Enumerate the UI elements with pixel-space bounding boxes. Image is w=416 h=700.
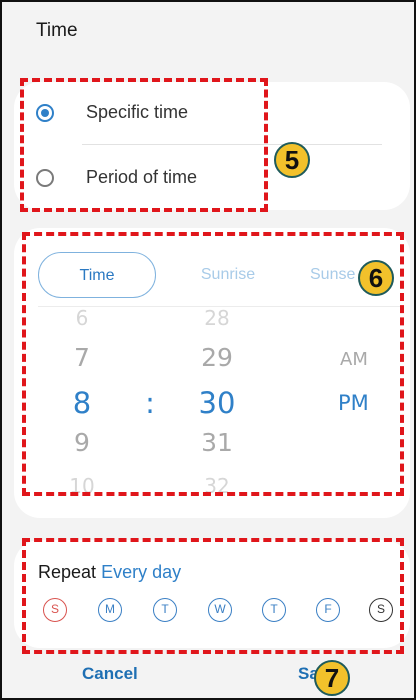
annotation-badge: 6 — [358, 260, 394, 296]
highlight-box — [22, 538, 404, 654]
highlight-box — [22, 232, 404, 496]
annotation-badge: 5 — [274, 142, 310, 178]
cancel-button[interactable]: Cancel — [82, 664, 138, 684]
page-title: Time — [36, 20, 78, 41]
highlight-box — [20, 78, 268, 212]
annotation-badge: 7 — [314, 660, 350, 696]
